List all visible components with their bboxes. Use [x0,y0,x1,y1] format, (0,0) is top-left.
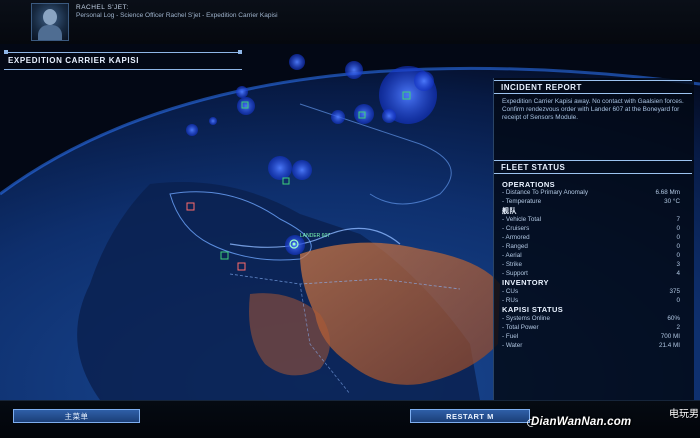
stat-row: - RUs 0 [502,297,680,305]
stat-row: - Armored 0 [502,234,680,242]
stat-value: 6.68 Mm [655,189,681,196]
stat-row: - Systems Online 60% [502,315,680,323]
stat-value: 0 [676,234,680,241]
inventory-title: INVENTORY [502,278,549,287]
restart-mission-button[interactable]: RESTART M [410,409,530,423]
info-panel: INCIDENT REPORT Expedition Carrier Kapis… [493,78,694,400]
stat-label: - Vehicle Total [502,216,542,223]
stat-value: 3 [676,261,680,268]
stat-label: - Water [502,342,523,349]
fleet-status-heading: FLEET STATUS [494,160,692,174]
dialogue-bar: RACHEL S'JET: Personal Log - Science Off… [0,0,700,45]
site-watermark: DianWanNan.com 电玩男 [527,403,700,437]
speaker-portrait [31,3,69,41]
watermark-site: DianWanNan.com [531,416,632,428]
main-menu-button[interactable]: 主菜单 [13,409,140,423]
map-label: LANDER 607 [300,233,330,239]
kapisi-status-title: KAPISI STATUS [502,305,564,314]
fleet-group-title: 舰队 [502,208,517,215]
map-title-frame: EXPEDITION CARRIER KAPISI [4,50,242,70]
stat-label: - Support [502,270,528,277]
stat-row: - Ranged 0 [502,243,680,251]
incident-report-heading: INCIDENT REPORT [494,80,692,94]
stat-row: - Cruisers 0 [502,225,680,233]
stat-label: - Total Power [502,324,539,331]
stat-label: - Temperature [502,198,542,205]
stat-value: 4 [676,270,680,277]
operations-title: OPERATIONS [502,180,556,189]
stat-label: - Fuel [502,333,519,340]
stat-label: - CUs [502,288,519,295]
stat-row: - Strike 3 [502,261,680,269]
stat-value: 0 [676,297,680,304]
stat-row: - Temperature 30 °C [502,198,680,206]
stat-value: 0 [676,243,680,250]
stat-label: - Systems Online [502,315,550,322]
stat-row: - Total Power 2 [502,324,680,332]
stat-label: - Aerial [502,252,522,259]
stat-row: - Vehicle Total 7 [502,216,680,224]
stat-label: - RUs [502,297,519,304]
stat-label: - Strike [502,261,522,268]
stat-value: 60% [667,315,680,322]
stat-row: - Water 21.4 MI [502,342,680,350]
stat-value: 2 [676,324,680,331]
speaker-name: RACHEL S'JET: [76,4,129,11]
stat-label: - Ranged [502,243,528,250]
stat-value: 21.4 MI [659,342,680,349]
stat-row: - Distance To Primary Anomaly 6.68 Mm [502,189,680,197]
stat-value: 375 [669,288,680,295]
log-subtitle: Personal Log - Science Officer Rachel S'… [76,12,278,19]
stat-row: - Support 4 [502,270,680,278]
incident-report-text: Expedition Carrier Kapisi away. No conta… [502,98,684,121]
watermark-cn: 电玩男 [669,409,699,420]
stat-value: 30 °C [664,198,680,205]
map-title: EXPEDITION CARRIER KAPISI [8,56,140,65]
stat-value: 0 [676,252,680,259]
stat-row: - Fuel 700 MI [502,333,680,341]
stat-row: - Aerial 0 [502,252,680,260]
stat-label: - Cruisers [502,225,530,232]
stat-label: - Armored [502,234,530,241]
stat-value: 7 [676,216,680,223]
stat-label: - Distance To Primary Anomaly [502,189,588,196]
stat-value: 700 MI [660,333,680,340]
stat-value: 0 [676,225,680,232]
stat-row: - CUs 375 [502,288,680,296]
